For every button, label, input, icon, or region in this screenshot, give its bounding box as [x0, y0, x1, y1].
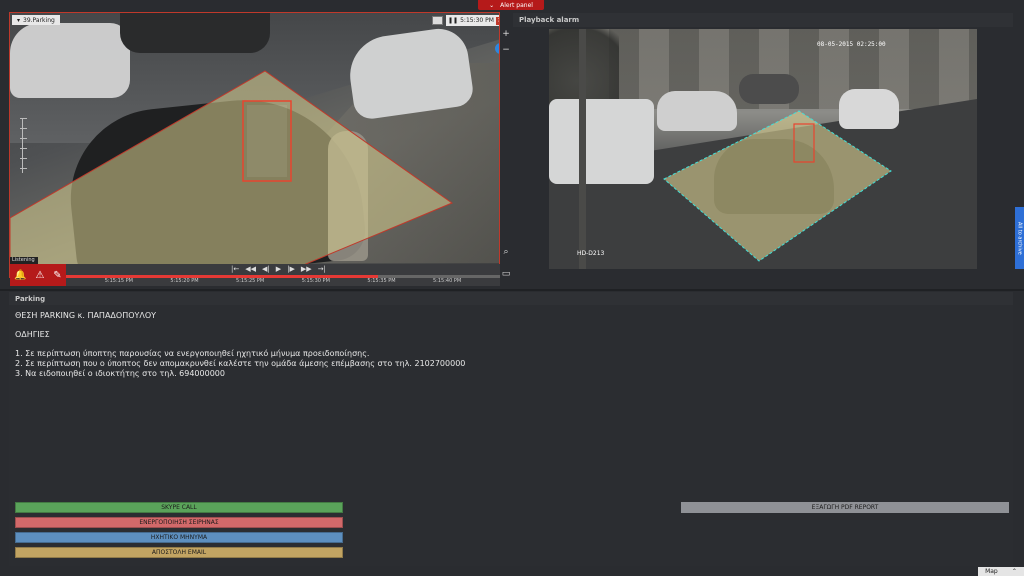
camera-name-tag[interactable]: ▾ 39.Parking — [12, 15, 60, 25]
filter-icon: ▾ — [17, 16, 21, 24]
send-email-button[interactable]: ΑΠΟΣΤΟΛΗ EMAIL — [15, 547, 343, 558]
screenshot-icon[interactable] — [432, 16, 443, 25]
listening-label: Listening — [10, 257, 38, 264]
map-tab[interactable]: Map ⌃ — [978, 567, 1024, 576]
siren-icon[interactable]: 🔔 — [14, 270, 26, 281]
time-display[interactable]: ❚❚ 5:15:30 PM ✕ — [446, 15, 499, 26]
detection-zone[interactable] — [10, 13, 500, 278]
instruction-item: 3. Να ειδοποιηθεί ο ιδιοκτήτης στο τηλ. … — [15, 369, 225, 378]
playback-control-button[interactable]: →| — [318, 265, 326, 273]
timeline-tick-label: 5:15:15 PM — [104, 278, 133, 284]
alert-panel-label: Alert panel — [500, 1, 533, 9]
instruction-item: 2. Σε περίπτωση που ο ύποπτος δεν απομακ… — [15, 359, 466, 368]
export-pdf-button[interactable]: ΕΞΑΓΩΓΗ PDF REPORT — [681, 502, 1009, 513]
chevron-down-icon: ⌄ — [489, 1, 495, 9]
playback-control-button[interactable]: |▶ — [287, 265, 295, 273]
timeline-tick-label: 5:15:30 PM — [301, 278, 330, 284]
instructions-text: ΘΕΣΗ PARKING κ. ΠΑΠΑΔΟΠΟΥΛΟΥ ΟΔΗΓΙΕΣ 1. … — [15, 311, 465, 379]
camera-alarm-controls: 🔔 ⚠ ✎ — [10, 264, 66, 286]
location-heading: ΘΕΣΗ PARKING κ. ΠΑΠΑΔΟΠΟΥΛΟΥ — [15, 311, 157, 320]
alert-panel-tab[interactable]: ⌄ Alert panel — [478, 0, 544, 10]
playback-control-button[interactable]: ▶▶ — [301, 265, 312, 273]
playback-control-button[interactable]: ◀| — [262, 265, 270, 273]
search-icon[interactable]: ⌕ — [500, 246, 512, 258]
playback-control-button[interactable]: |← — [231, 265, 239, 273]
detection-zone — [663, 110, 892, 262]
chevron-up-icon: ⌃ — [1011, 568, 1017, 575]
timeline-tick-label: 5:15:35 PM — [367, 278, 396, 284]
mute-icon[interactable]: ✎ — [53, 270, 61, 281]
pause-icon[interactable]: ❚❚ — [448, 17, 458, 24]
skype-call-button[interactable]: SKYPE CALL — [15, 502, 343, 513]
view-tools: + − ⌕ ▭ — [500, 28, 512, 286]
playback-controls: |← ◀◀ ◀| ▶ |▶ ▶▶ →| — [231, 265, 326, 273]
timeline-tick-label: 5:15:20 PM — [170, 278, 199, 284]
timeline-ticks: 5:15:15 PM 5:15:20 PM 5:15:25 PM 5:15:30 PM… — [66, 278, 500, 286]
osd-timestamp: 08-05-2015 02:25:00 — [817, 41, 886, 48]
close-icon[interactable]: ✕ — [496, 16, 499, 25]
activate-siren-button[interactable]: ΕΝΕΡΓΟΠΟΙΗΣΗ ΣΕΙΡΗΝΑΣ — [15, 517, 343, 528]
live-camera-view[interactable]: ▾ 39.Parking ❚❚ 5:15:30 PM ✕ i — [9, 12, 500, 278]
info-panel-title: Parking — [9, 292, 1013, 305]
osd-camera-id: HD-D213 — [577, 250, 605, 257]
playback-alarm-header: Playback alarm — [513, 13, 1013, 27]
alarm-icon[interactable]: ⚠ — [36, 270, 45, 281]
playback-camera-view[interactable]: 08-05-2015 02:25:00 HD-D213 — [549, 29, 977, 269]
monitor-icon[interactable]: ▭ — [500, 268, 512, 280]
panel-divider — [0, 289, 1024, 291]
minus-icon[interactable]: − — [500, 44, 512, 56]
timeline-tick-label: 5:15:40 PM — [433, 278, 462, 284]
instruction-item: 1. Σε περίπτωση ύποπτης παρουσίας να ενε… — [15, 349, 370, 358]
all-to-archive-tab[interactable]: All to archive — [1015, 207, 1024, 269]
timeline-bar[interactable]: |← ◀◀ ◀| ▶ |▶ ▶▶ →| 5:15:15 PM 5:15:20 PM 5:15:2… — [66, 264, 500, 286]
timeline-tick-label: 5:15:25 PM — [236, 278, 265, 284]
plus-icon[interactable]: + — [500, 28, 512, 40]
audio-message-button[interactable]: ΗΧΗΤΙΚΟ ΜΗΝΥΜΑ — [15, 532, 343, 543]
instructions-heading: ΟΔΗΓΙΕΣ — [15, 330, 50, 339]
playback-control-button[interactable]: ▶ — [276, 265, 281, 273]
playback-control-button[interactable]: ◀◀ — [245, 265, 256, 273]
zoom-slider[interactable] — [20, 118, 32, 173]
